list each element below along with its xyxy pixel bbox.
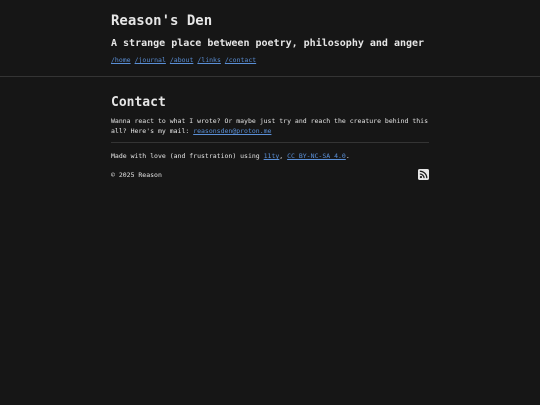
nav-about[interactable]: /about — [170, 56, 193, 64]
footer-divider — [111, 142, 429, 143]
nav-home[interactable]: /home — [111, 56, 131, 64]
made-with-text: Made with love (and frustration) using 1… — [111, 151, 429, 161]
copyright: © 2025 Reason — [111, 170, 162, 179]
site-footer: Made with love (and frustration) using 1… — [111, 151, 429, 180]
content-container: Contact Wanna react to what I wrote? Or … — [111, 77, 429, 180]
email-link[interactable]: reasonsden@proton.me — [193, 127, 271, 135]
page-title: Contact — [111, 95, 166, 110]
page-container: Reason's Den A strange place between poe… — [111, 0, 429, 64]
nav-links[interactable]: /links — [197, 56, 220, 64]
rss-link[interactable] — [418, 169, 429, 180]
license-link[interactable]: CC BY-NC-SA 4.0 — [287, 152, 346, 160]
footer-row: © 2025 Reason — [111, 169, 429, 180]
eleventy-link[interactable]: 11ty — [264, 152, 280, 160]
site-tagline: A strange place between poetry, philosop… — [111, 38, 425, 49]
footer-separator: , — [279, 152, 288, 160]
main-content: Contact Wanna react to what I wrote? Or … — [111, 77, 429, 136]
rss-icon — [418, 169, 429, 180]
main-nav: /home/journal/about/links/contact — [111, 55, 429, 65]
contact-paragraph: Wanna react to what I wrote? Or maybe ju… — [111, 116, 429, 136]
nav-contact[interactable]: /contact — [225, 56, 256, 64]
footer-end: . — [345, 152, 350, 160]
site-header: Reason's Den A strange place between poe… — [111, 0, 429, 64]
site-title[interactable]: Reason's Den — [111, 12, 429, 30]
nav-journal[interactable]: /journal — [135, 56, 166, 64]
made-with-prefix: Made with love (and frustration) using — [111, 152, 264, 160]
